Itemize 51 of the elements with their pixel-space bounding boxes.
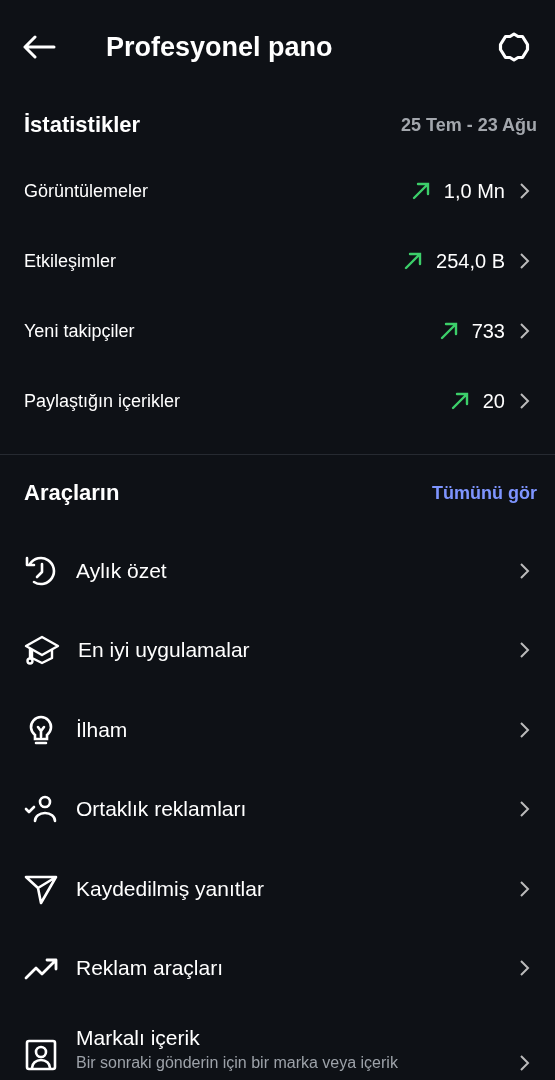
tool-item[interactable]: Ortaklık reklamları [0,769,555,849]
chevron-icon [519,641,531,660]
tool-item[interactable]: Aylık özet [0,531,555,611]
back-button[interactable] [22,35,56,59]
stat-value: 733 [471,319,505,343]
stat-label: Görüntülemeler [24,180,150,202]
tool-description: Bir sonraki gönderin için bir marka veya içerik [76,1054,399,1072]
chevron-icon [519,252,531,270]
trend-up-icon [439,322,458,340]
tool-item[interactable]: İlham [0,690,555,770]
stat-row[interactable]: Paylaştığın içerikler 20 [0,366,555,436]
tool-label: Kaydedilmiş yanıtlar [76,876,265,901]
tool-label: En iyi uygulamalar [78,638,251,663]
tool-item[interactable]: Markalı içerik Bir sonraki gönderin için bir marka veya içerik [0,1008,555,1072]
chevron-icon [519,720,531,739]
chevron-icon [519,879,531,898]
stat-label: Paylaştığın içerikler [24,390,182,412]
trend-up-icon [411,182,430,200]
stat-row[interactable]: Etkileşimler 254,0 B [0,226,555,296]
stat-label: Yeni takipçiler [24,320,136,342]
stat-row[interactable]: Yeni takipçiler 733 [0,296,555,366]
stat-label: Etkileşimler [24,250,117,272]
trend-up-icon [404,252,423,270]
section-title: İstatistikler [24,112,141,138]
tool-item[interactable]: Kaydedilmiş yanıtlar [0,849,555,929]
settings-button[interactable] [497,30,531,64]
chevron-icon [519,182,531,200]
tool-label: İlham [76,717,129,742]
tool-label: Ortaklık reklamları [76,797,248,822]
chevron-icon [519,561,531,580]
tool-label: Reklam araçları [76,956,225,981]
tool-item[interactable]: Reklam araçları [0,928,555,1008]
chevron-icon [519,800,531,819]
tool-label: Aylık özet [76,558,168,583]
page-title: Profesyonel pano [106,31,334,63]
section-title: Araçların [24,480,120,506]
stat-row[interactable]: Görüntülemeler 1,0 Mn [0,156,555,226]
graduation-cap-icon [24,633,60,668]
chevron-icon [519,1054,531,1072]
date-range: 25 Tem - 23 Ağu [400,114,537,136]
person-card-icon [24,1038,58,1072]
stat-value: 20 [482,389,505,413]
stat-value: 1,0 Mn [443,179,505,203]
chevron-icon [519,959,531,978]
see-all-link[interactable]: Tümünü gör [432,482,537,504]
stat-value: 254,0 B [436,249,505,273]
tool-item[interactable]: En iyi uygulamalar [0,610,555,690]
tool-label: Markalı içerik [76,1026,201,1050]
chevron-icon [519,392,531,410]
trend-up-icon [450,392,469,410]
chevron-icon [519,322,531,340]
